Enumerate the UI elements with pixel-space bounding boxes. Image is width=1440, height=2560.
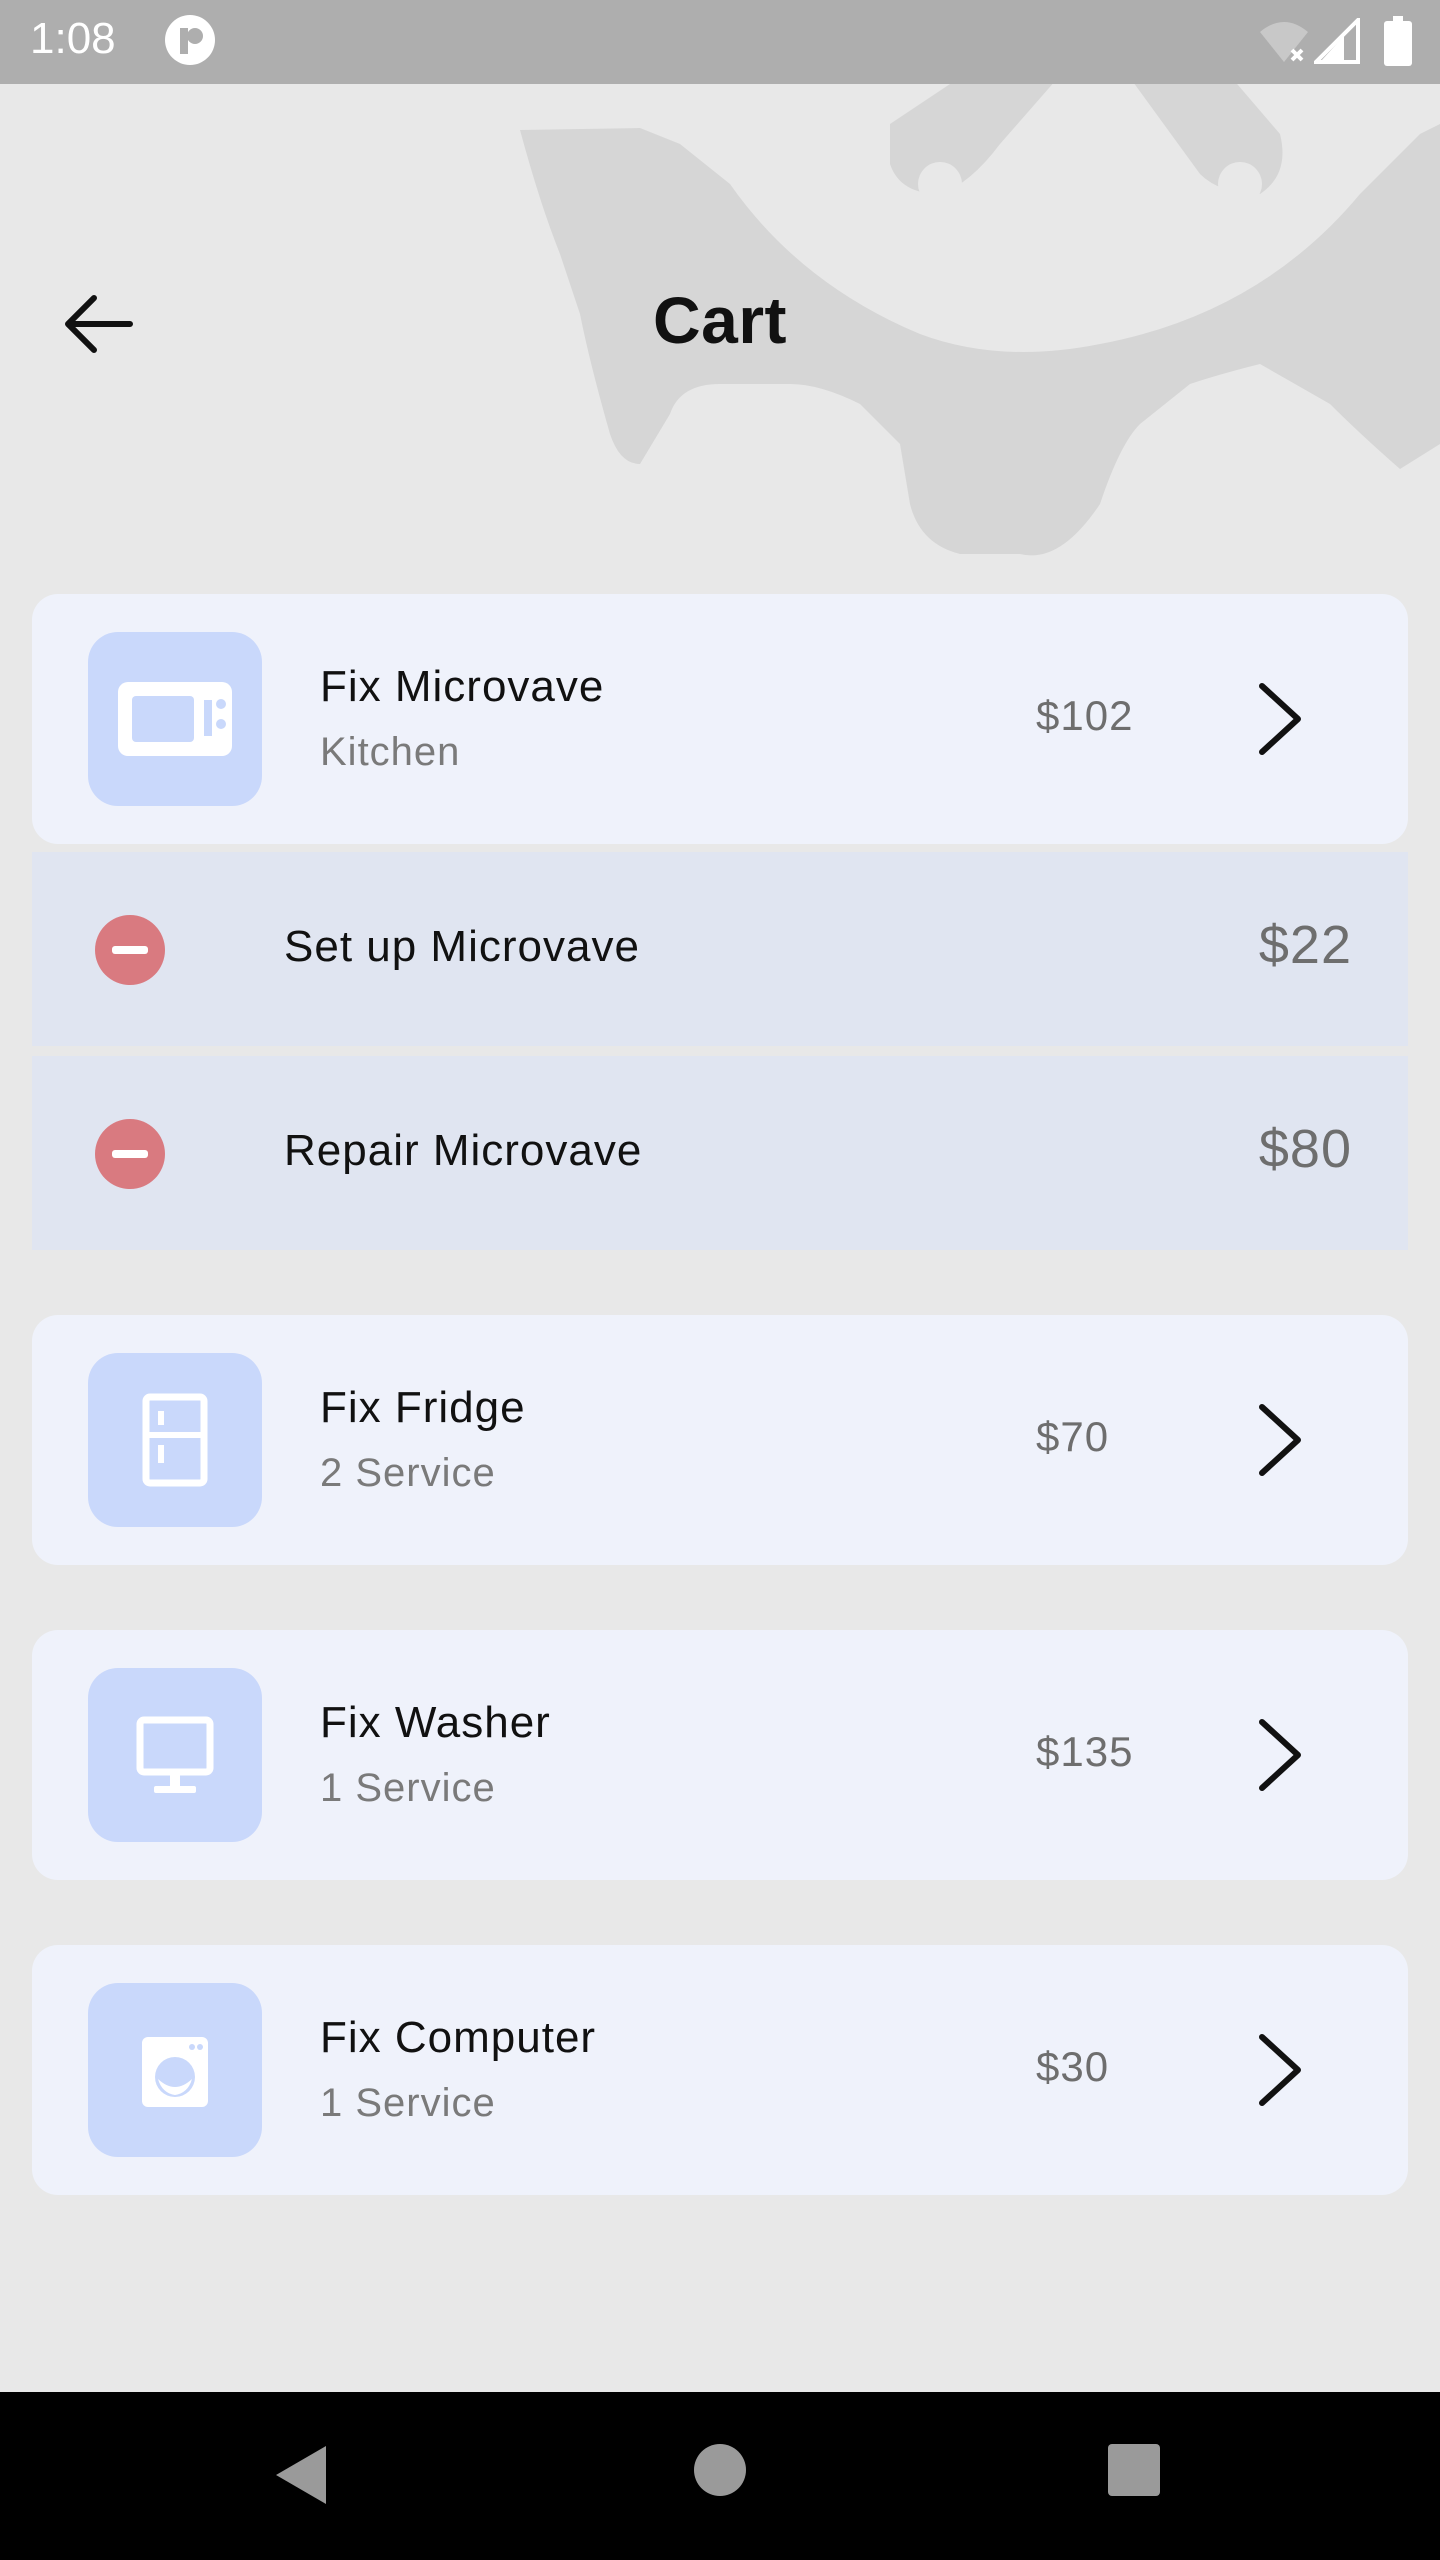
wifi-icon [1260,22,1308,62]
chevron-right-icon[interactable] [1236,676,1322,762]
cart-item-card[interactable]: Fix Microvave Kitchen $102 [32,594,1408,844]
cart-item-card[interactable]: Fix Washer 1 Service $135 [32,1630,1408,1880]
nav-recents-icon[interactable] [1106,2442,1162,2498]
chevron-right-icon[interactable] [1236,1712,1322,1798]
card-price: $102 [1036,692,1134,739]
cart-item-card[interactable]: Fix Computer 1 Service $30 [32,1945,1408,2195]
card-title: Fix Washer [320,1698,551,1747]
card-subtitle: 2 Service [320,1451,496,1495]
page-title: Cart [652,283,788,357]
card-price: $30 [1036,2043,1110,2090]
card-title: Fix Microvave [320,662,605,711]
monitor-icon [88,1668,262,1842]
chevron-right-icon[interactable] [1236,1397,1322,1483]
card-title: Fix Fridge [320,1383,526,1432]
card-subtitle: 1 Service [320,2081,496,2125]
card-subtitle: 1 Service [320,1766,496,1810]
fridge-icon [88,1353,262,1527]
card-price: $135 [1036,1728,1134,1775]
nav-home-icon[interactable] [692,2442,748,2498]
battery-icon [1384,16,1412,66]
sub-service-price: $80 [1258,1119,1352,1179]
sub-service-row: Repair Microvave $80 [32,1056,1408,1250]
status-bar: 1:08 [0,0,1440,84]
remove-icon[interactable] [94,1118,166,1190]
cart-item-card[interactable]: Fix Fridge 2 Service $70 [32,1315,1408,1565]
sub-service-label: Repair Microvave [284,1126,643,1175]
sub-service-row: Set up Microvave $22 [32,852,1408,1046]
microwave-icon [88,632,262,806]
sub-service-label: Set up Microvave [284,922,640,971]
card-price: $70 [1036,1413,1110,1460]
remove-icon[interactable] [94,914,166,986]
signal-icon [1314,18,1360,64]
notification-app-icon [165,15,215,65]
status-time: 1:08 [30,14,116,63]
nav-back-icon[interactable] [270,2442,336,2508]
chevron-right-icon[interactable] [1236,2027,1322,2113]
system-navigation-bar [0,2392,1440,2560]
card-subtitle: Kitchen [320,730,461,774]
card-title: Fix Computer [320,2013,597,2062]
sub-service-price: $22 [1258,915,1352,975]
washer-icon [88,1983,262,2157]
